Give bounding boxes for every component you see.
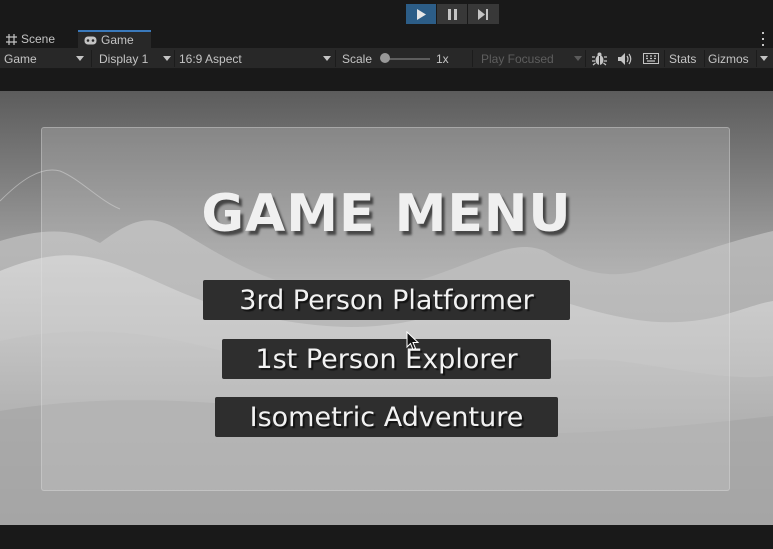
gamepad-icon [84,36,97,45]
gizmos-button[interactable]: Gizmos [708,48,749,69]
game-view: GAME MENU 3rd Person Platformer 1st Pers… [0,69,773,549]
chevron-down-icon [574,56,582,61]
scale-value-text: 1x [436,51,449,66]
game-view-dropdown[interactable]: Game [4,48,37,69]
step-button[interactable] [468,4,499,24]
menu-panel: GAME MENU 3rd Person Platformer 1st Pers… [41,127,730,491]
tab-game[interactable]: Game [78,30,151,48]
game-view-toolbar: Game Display 1 16:9 Aspect Scale 1x Play… [0,48,773,69]
play-icon [417,8,426,20]
scale-value: 1x [436,48,449,69]
scale-label-text: Scale [342,51,373,66]
keyboard-icon[interactable] [643,48,659,69]
tab-scene-label: Scene [21,32,56,46]
display-dropdown-label: Display 1 [99,51,149,66]
scale-label: Scale [342,48,372,69]
more-options-icon[interactable] [761,32,765,46]
play-focused-label: Play Focused [481,51,554,66]
chevron-down-icon [76,56,84,61]
isometric-adventure-button[interactable]: Isometric Adventure [215,397,558,437]
tab-scene[interactable]: Scene [0,30,76,48]
play-button[interactable] [406,4,437,24]
chevron-down-icon [163,56,171,61]
game-view-dropdown-label: Game [4,51,37,66]
display-dropdown[interactable]: Display 1 [99,48,148,69]
chevron-down-icon [323,56,331,61]
gizmos-button-label: Gizmos [708,51,749,66]
third-person-platformer-button[interactable]: 3rd Person Platformer [203,280,570,320]
audio-icon[interactable] [618,48,632,69]
stats-button-label: Stats [669,51,697,66]
play-toolbar [0,0,773,30]
mouse-cursor-icon [406,331,420,351]
tab-game-label: Game [101,33,134,47]
first-person-explorer-button[interactable]: 1st Person Explorer [222,339,551,379]
step-icon [478,8,488,20]
menu-title: GAME MENU [201,184,572,244]
chevron-down-icon[interactable] [760,56,768,61]
aspect-dropdown-label: 16:9 Aspect [179,51,242,66]
play-focused-dropdown[interactable]: Play Focused [481,48,554,69]
grid-icon [6,33,17,45]
bug-icon[interactable] [592,48,607,69]
view-tabs: Scene Game [0,30,773,48]
pause-button[interactable] [437,4,468,24]
unity-editor: Scene Game Game Display 1 16:9 Aspect Sc… [0,0,773,549]
game-viewport[interactable]: GAME MENU 3rd Person Platformer 1st Pers… [0,91,773,525]
pause-icon [447,8,457,20]
scale-slider-track[interactable] [384,58,430,60]
play-controls [406,4,499,24]
aspect-dropdown[interactable]: 16:9 Aspect [179,48,242,69]
stats-button[interactable]: Stats [669,48,696,69]
scale-slider-handle[interactable] [380,53,390,63]
